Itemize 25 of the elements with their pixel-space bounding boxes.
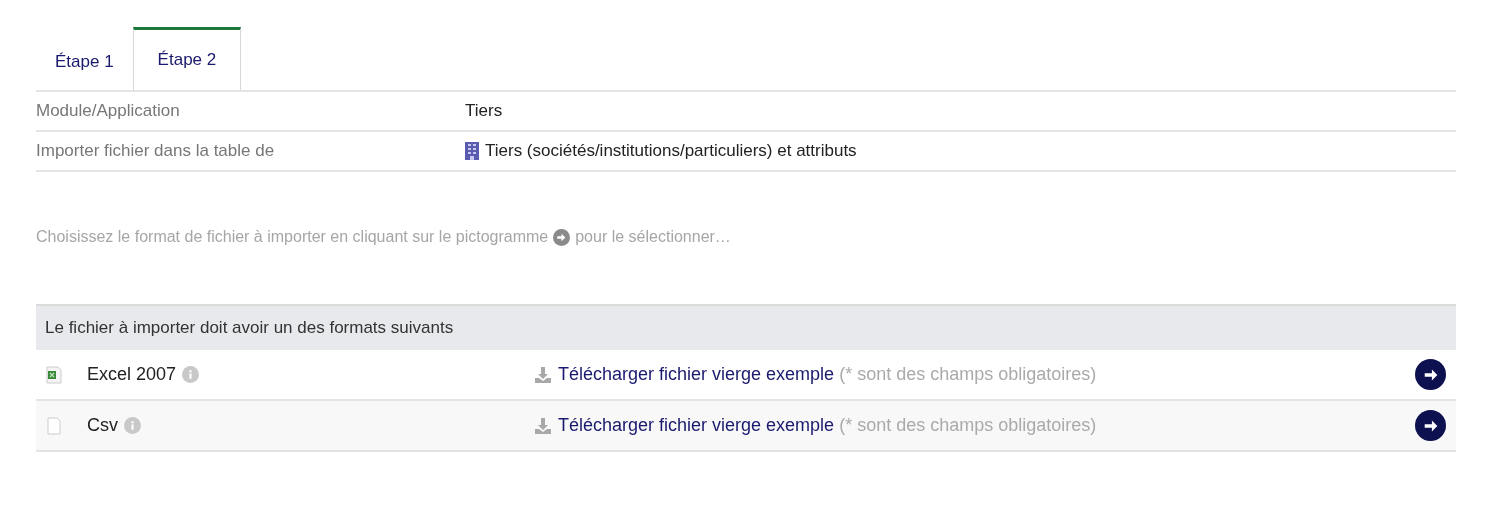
- step-tab[interactable]: Étape 1: [36, 27, 133, 90]
- info-icon: [124, 417, 141, 434]
- format-name: Csv: [87, 414, 118, 437]
- format-name: Excel 2007: [87, 363, 177, 386]
- field-value: Tiers: [465, 100, 503, 123]
- download-icon: [533, 415, 553, 436]
- instruction-text: Choisissez le format de fichier à importer en cliquant sur le pictogramme: [36, 227, 549, 247]
- step-tab[interactable]: Étape 2: [132, 27, 242, 90]
- select-format-button[interactable]: [1415, 359, 1446, 390]
- download-icon: [533, 364, 553, 385]
- field-label: Importer fichier dans la table de: [36, 140, 276, 163]
- formats-header: Le fichier à importer doit avoir un des formats suivants: [36, 306, 1456, 350]
- info-icon: [182, 366, 200, 383]
- download-link[interactable]: Télécharger fichier vierge exemple: [558, 361, 835, 388]
- field-value: Tiers (sociétés/institutions/particuliers) et attributs: [485, 140, 857, 163]
- required-note: (* sont des champs obligatoires): [839, 414, 1097, 437]
- building-icon: [465, 142, 479, 160]
- field-label: Module/Application: [36, 100, 181, 123]
- blank-file-icon: [45, 416, 63, 435]
- instruction-text: pour le sélectionner…: [575, 227, 731, 247]
- required-note: (* sont des champs obligatoires): [839, 363, 1097, 386]
- download-link[interactable]: Télécharger fichier vierge exemple: [558, 412, 835, 439]
- arrow-circle-icon: [553, 228, 571, 246]
- spreadsheet-file-icon: [45, 365, 63, 384]
- select-format-button[interactable]: [1415, 410, 1446, 441]
